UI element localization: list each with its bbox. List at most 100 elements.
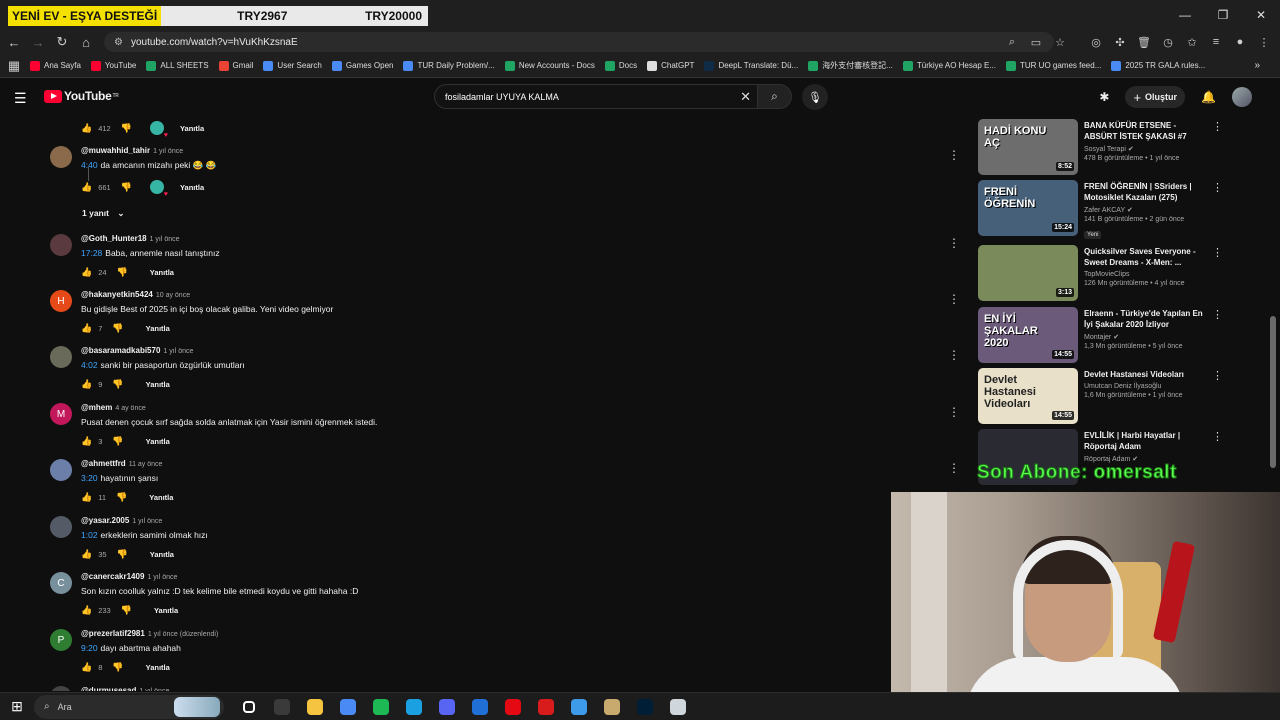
related-video-item[interactable]: FRENİ ÖĞRENİN 15:24 FRENİ ÖĞRENİN | SSride… — [978, 177, 1228, 239]
video-title[interactable]: Quicksilver Saves Everyone - Sweet Dream… — [1084, 246, 1208, 268]
comment-time[interactable]: 1 yıl önce — [147, 574, 177, 581]
mail-icon[interactable] — [463, 694, 496, 720]
bookmark-item[interactable]: ALL SHEETS — [146, 60, 209, 71]
like-icon[interactable]: 👍 — [81, 323, 92, 334]
bookmark-item[interactable]: Türkiye AO Hesap E... — [902, 60, 996, 71]
video-title[interactable]: Elraenn - Türkiye'de Yapılan En İyi Şaka… — [1084, 308, 1208, 330]
video-thumbnail[interactable]: FRENİ ÖĞRENİN 15:24 — [978, 180, 1078, 236]
comment-author[interactable]: @basaramadkabi570 — [81, 346, 160, 355]
commenter-avatar[interactable]: M — [50, 403, 72, 425]
related-video-item[interactable]: EN İYİ ŞAKALAR 2020 14:55 Elraenn - Türkiy… — [978, 304, 1228, 363]
like-icon[interactable]: 👍 — [81, 662, 92, 673]
comment-time[interactable]: 1 yıl önce (düzenlendi) — [148, 631, 218, 638]
more-bookmarks-icon[interactable]: » — [1254, 60, 1260, 71]
history-icon[interactable]: ◷ — [1156, 36, 1180, 49]
bookmark-item[interactable]: Gmail — [218, 60, 253, 71]
video-thumbnail[interactable]: 3:13 — [978, 245, 1078, 301]
commenter-avatar[interactable] — [50, 346, 72, 368]
reload-icon[interactable]: ↻ — [50, 34, 74, 50]
bookmark-item[interactable]: 海外支付審核登記... — [808, 60, 893, 71]
comment-author[interactable]: @mhem — [81, 403, 112, 412]
commenter-avatar[interactable] — [50, 146, 72, 168]
video-channel[interactable]: TopMovieClips — [1084, 271, 1208, 278]
commenter-avatar[interactable] — [50, 516, 72, 538]
home-icon[interactable]: ⌂ — [74, 35, 98, 50]
comment-author[interactable]: @Goth_Hunter18 — [81, 234, 147, 243]
comment-author[interactable]: @prezerlatif2981 — [81, 629, 145, 638]
dislike-icon[interactable]: 👎 — [117, 267, 128, 278]
bookmark-item[interactable]: Docs — [604, 60, 637, 71]
bookmark-item[interactable]: ChatGPT — [647, 60, 694, 71]
dislike-icon[interactable]: 👎 — [121, 123, 132, 134]
video-channel[interactable]: Umutcan Deniz İlyasoğlu — [1084, 383, 1208, 390]
hamburger-menu-icon[interactable]: ☰ — [14, 90, 28, 107]
bookmark-item[interactable]: DeepL Translate: Dü... — [704, 60, 798, 71]
bookmark-item[interactable]: User Search — [263, 60, 322, 71]
video-menu-icon[interactable]: ⋮ — [1212, 120, 1223, 133]
search-input[interactable]: fosiladamlar UYUYA KALMA ✕ — [434, 84, 758, 109]
comment-menu-icon[interactable]: ⋮ — [948, 461, 960, 475]
video-menu-icon[interactable]: ⋮ — [1212, 181, 1223, 194]
close-window-icon[interactable]: ✕ — [1242, 0, 1280, 30]
video-thumbnail[interactable]: EN İYİ ŞAKALAR 2020 14:55 — [978, 307, 1078, 363]
video-channel[interactable]: Zafer AKCAY ✔ — [1084, 206, 1208, 214]
comment-author[interactable]: @canercakr1409 — [81, 572, 144, 581]
bookmark-item[interactable]: YouTube — [90, 60, 136, 71]
account-avatar[interactable] — [1232, 87, 1252, 107]
bookmark-item[interactable]: TUR Daily Problem/... — [403, 60, 495, 71]
video-menu-icon[interactable]: ⋮ — [1212, 246, 1223, 259]
video-menu-icon[interactable]: ⋮ — [1212, 430, 1223, 443]
voice-search-button[interactable]: 🎙 — [802, 84, 828, 110]
comment-time[interactable]: 1 yıl önce — [163, 348, 193, 355]
bookmark-item[interactable]: Games Open — [331, 60, 393, 71]
like-icon[interactable]: 👍 — [81, 182, 92, 193]
bookmark-item[interactable]: Ana Sayfa — [30, 60, 81, 71]
comment-menu-icon[interactable]: ⋮ — [948, 148, 960, 162]
commenter-avatar[interactable] — [50, 686, 72, 691]
cast-icon[interactable]: ▭ — [1024, 36, 1048, 49]
video-thumbnail[interactable]: HADİ KONU AÇ 8:52 — [978, 119, 1078, 175]
comment-menu-icon[interactable]: ⋮ — [948, 236, 960, 250]
comment-author[interactable]: @durmusesad — [81, 686, 136, 691]
chrome-icon[interactable] — [331, 694, 364, 720]
related-video-item[interactable]: Devlet Hastanesi Videoları 14:55 Devlet Ha… — [978, 365, 1228, 424]
reply-button[interactable]: Yanıtla — [146, 324, 170, 333]
bookmark-item[interactable]: New Accounts - Docs — [504, 60, 595, 71]
reply-button[interactable]: Yanıtla — [180, 183, 204, 192]
dislike-icon[interactable]: 👎 — [117, 549, 128, 560]
reply-button[interactable]: Yanıtla — [154, 606, 178, 615]
like-icon[interactable]: 👍 — [81, 549, 92, 560]
comment-timestamp-link[interactable]: 1:02 — [81, 530, 98, 540]
comment-menu-icon[interactable]: ⋮ — [948, 292, 960, 306]
like-icon[interactable]: 👍 — [81, 267, 92, 278]
taskview-icon[interactable] — [232, 694, 265, 720]
zoom-icon[interactable]: ⌕ — [1000, 36, 1024, 49]
create-button[interactable]: + Oluştur — [1125, 86, 1186, 108]
app-red-icon[interactable] — [529, 694, 562, 720]
comment-menu-icon[interactable]: ⋮ — [948, 348, 960, 362]
like-icon[interactable]: 👍 — [81, 123, 92, 134]
comment-menu-icon[interactable]: ⋮ — [948, 405, 960, 419]
dislike-icon[interactable]: 👎 — [121, 605, 132, 616]
sidebar-icon[interactable]: ≡ — [1204, 36, 1228, 48]
forward-icon[interactable]: → — [26, 35, 50, 50]
restore-icon[interactable]: ❐ — [1204, 0, 1242, 30]
comment-time[interactable]: 10 ay önce — [156, 292, 190, 299]
video-title[interactable]: FRENİ ÖĞRENİN | SSriders | Motosiklet Ka… — [1084, 181, 1208, 203]
video-thumbnail[interactable]: Devlet Hastanesi Videoları 14:55 — [978, 368, 1078, 424]
obs-icon[interactable] — [265, 694, 298, 720]
spotify-icon[interactable] — [364, 694, 397, 720]
like-icon[interactable]: 👍 — [81, 492, 92, 503]
replies-toggle[interactable]: 1 yanıt ⌄ — [82, 208, 124, 219]
comment-time[interactable]: 1 yıl önce — [150, 236, 180, 243]
page-scrollbar[interactable] — [1270, 316, 1276, 468]
minimize-icon[interactable]: — — [1166, 0, 1204, 30]
clear-search-icon[interactable]: ✕ — [740, 89, 751, 105]
back-icon[interactable]: ← — [2, 35, 26, 50]
like-icon[interactable]: 👍 — [81, 605, 92, 616]
menu-icon[interactable]: ⋮ — [1252, 36, 1276, 49]
comment-time[interactable]: 1 yıl önce — [153, 148, 183, 155]
reply-button[interactable]: Yanıtla — [146, 437, 170, 446]
edge-icon[interactable] — [397, 694, 430, 720]
taskbar-search[interactable]: ⌕ Ara — [34, 694, 224, 719]
